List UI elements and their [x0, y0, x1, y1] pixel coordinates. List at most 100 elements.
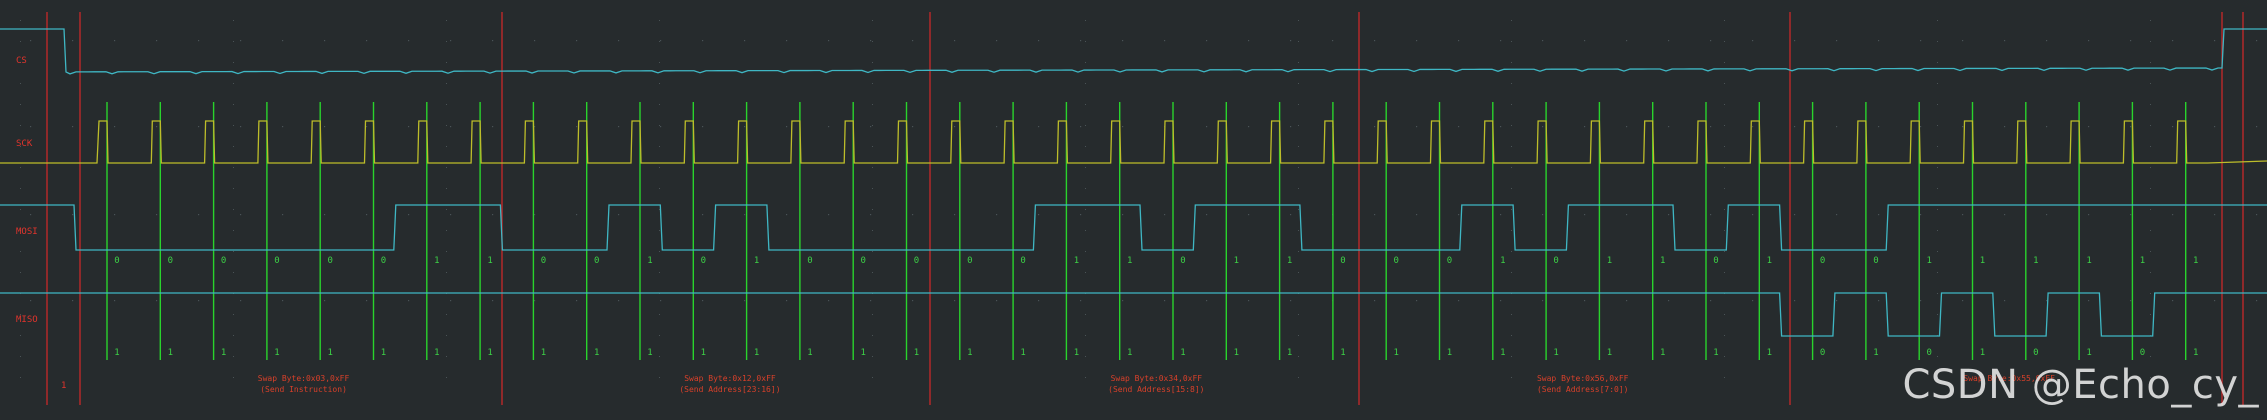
grid-dot	[1511, 20, 1512, 21]
grid-dot	[366, 214, 368, 216]
grid-dot	[2150, 188, 2151, 189]
grid-dot	[996, 126, 998, 128]
grid-dot	[2150, 41, 2151, 42]
grid-dot	[1920, 40, 1922, 42]
grid-dot	[1298, 104, 1299, 105]
grid-dot	[1298, 188, 1299, 189]
grid-dot	[1668, 214, 1670, 216]
grid-dot	[2150, 314, 2151, 315]
grid-dot	[1038, 214, 1040, 216]
grid-dot	[872, 251, 873, 252]
grid-dot	[872, 272, 873, 273]
grid-dot	[2088, 300, 2090, 302]
grid-dot	[1752, 126, 1754, 128]
grid-dot	[872, 83, 873, 84]
grid-dot	[1298, 83, 1299, 84]
grid-dot	[1962, 214, 1964, 216]
grid-dot	[324, 126, 326, 128]
grid-dot	[872, 314, 873, 315]
grid-dot	[2046, 214, 2048, 216]
grid-dot	[1724, 377, 1725, 378]
grid-dot	[1511, 167, 1512, 168]
grid-dot	[1752, 300, 1754, 302]
grid-dot	[1920, 126, 1922, 128]
grid-dot	[233, 230, 234, 231]
grid-dot	[492, 40, 494, 42]
grid-dot	[1511, 104, 1512, 105]
miso-bit-label: 1	[1980, 348, 1985, 358]
mosi-bit-label: 0	[1020, 256, 1025, 266]
grid-dot	[659, 20, 660, 21]
grid-dot	[1724, 20, 1725, 21]
miso-bit-label: 1	[1074, 348, 1079, 358]
grid-dot	[1206, 126, 1208, 128]
grid-dot	[702, 214, 704, 216]
grid-dot	[114, 300, 116, 302]
grid-dot	[1374, 214, 1376, 216]
grid-dot	[240, 126, 242, 128]
miso-bit-label: 1	[1180, 348, 1185, 358]
grid-dot	[2130, 300, 2132, 302]
grid-dot	[233, 335, 234, 336]
grid-dot	[872, 41, 873, 42]
grid-dot	[1511, 146, 1512, 147]
grid-dot	[1937, 230, 1938, 231]
grid-dot	[1085, 230, 1086, 231]
grid-dot	[2150, 230, 2151, 231]
grid-dot	[660, 40, 662, 42]
grid-dot	[702, 40, 704, 42]
grid-dot	[2150, 251, 2151, 252]
grid-dot	[1668, 126, 1670, 128]
grid-dot	[408, 126, 410, 128]
grid-dot	[660, 126, 662, 128]
grid-dot	[2150, 20, 2151, 21]
grid-dot	[1458, 214, 1460, 216]
grid-dot	[446, 377, 447, 378]
channel-label-cs: CS	[16, 56, 27, 66]
grid-dot	[1511, 356, 1512, 357]
grid-dot	[198, 300, 200, 302]
grid-dot	[1724, 209, 1725, 210]
grid-dot	[872, 377, 873, 378]
miso-bit-label: 1	[2193, 348, 2198, 358]
grid-dot	[872, 335, 873, 336]
miso-bit-label: 1	[1607, 348, 1612, 358]
grid-dot	[30, 126, 32, 128]
grid-dot	[828, 300, 830, 302]
grid-dot	[1542, 126, 1544, 128]
grid-dot	[1724, 335, 1725, 336]
grid-dot	[1085, 272, 1086, 273]
mosi-bit-label: 0	[1393, 256, 1398, 266]
grid-dot	[2150, 83, 2151, 84]
grid-dot	[1085, 104, 1086, 105]
grid-dot	[996, 214, 998, 216]
grid-dot	[744, 126, 746, 128]
grid-dot	[233, 104, 234, 105]
mosi-bit-label: 1	[1074, 256, 1079, 266]
grid-dot	[2150, 356, 2151, 357]
grid-dot	[2130, 40, 2132, 42]
grid-dot	[233, 146, 234, 147]
grid-dot	[1724, 167, 1725, 168]
grid-dot	[1206, 40, 1208, 42]
grid-dot	[534, 40, 536, 42]
grid-dot	[1724, 104, 1725, 105]
grid-dot	[1122, 300, 1124, 302]
grid-dot	[1878, 40, 1880, 42]
grid-dot	[954, 214, 956, 216]
grid-dot	[233, 83, 234, 84]
grid-dot	[1038, 300, 1040, 302]
grid-dot	[702, 126, 704, 128]
grid-dot	[1836, 126, 1838, 128]
grid-dot	[576, 214, 578, 216]
grid-dot	[659, 167, 660, 168]
grid-dot	[240, 214, 242, 216]
mosi-bit-label: 0	[168, 256, 173, 266]
grid-dot	[1416, 300, 1418, 302]
grid-dot	[324, 300, 326, 302]
grid-dot	[1511, 188, 1512, 189]
grid-dot	[534, 214, 536, 216]
grid-dot	[1038, 126, 1040, 128]
miso-bit-label: 1	[381, 348, 386, 358]
grid-dot	[1836, 214, 1838, 216]
